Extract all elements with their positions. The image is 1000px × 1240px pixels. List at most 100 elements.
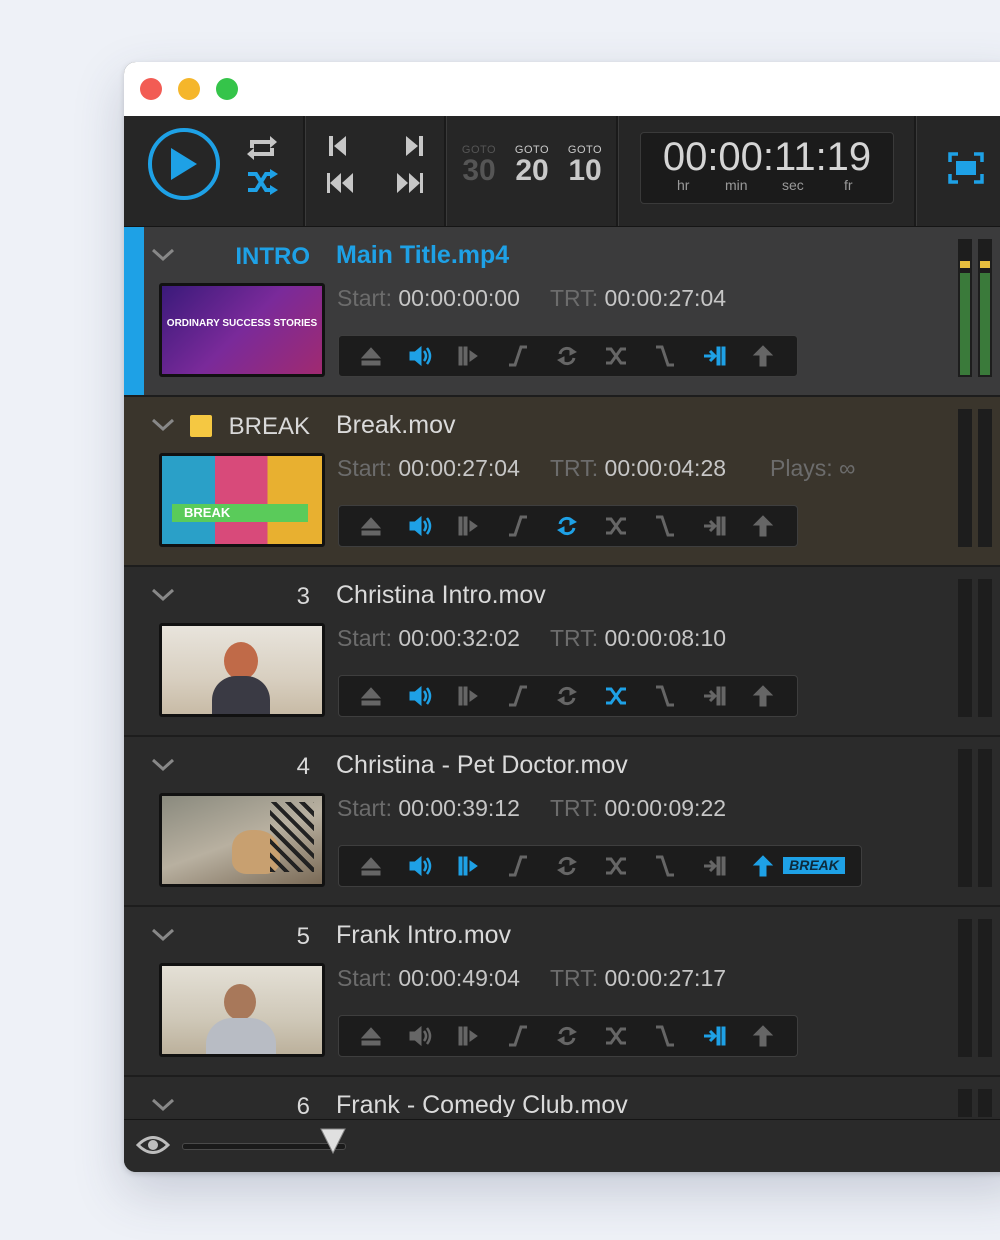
goto-10-button[interactable]: GOTO 10 bbox=[562, 144, 608, 186]
volume-icon[interactable] bbox=[408, 514, 432, 538]
loop-icon[interactable] bbox=[555, 1024, 579, 1048]
chevron-down-icon[interactable] bbox=[150, 587, 176, 603]
fade-out-icon[interactable] bbox=[653, 1024, 677, 1048]
trt-value: 00:00:08:10 bbox=[604, 625, 727, 651]
fade-out-icon[interactable] bbox=[653, 514, 677, 538]
play-next-icon[interactable] bbox=[457, 854, 481, 878]
loop-icon[interactable] bbox=[555, 344, 579, 368]
loop-icon[interactable] bbox=[555, 514, 579, 538]
goto-20-button[interactable]: GOTO 20 bbox=[509, 144, 555, 186]
eject-icon[interactable] bbox=[359, 344, 383, 368]
volume-icon[interactable] bbox=[408, 854, 432, 878]
clip-row[interactable]: BREAK Break.mov BREAK Start: 00:00:27:04… bbox=[124, 397, 1000, 567]
shuffle-icon[interactable] bbox=[604, 1024, 628, 1048]
thumbnail-title: ORDINARY SUCCESS STORIES bbox=[166, 318, 318, 329]
break-icon[interactable] bbox=[751, 514, 775, 538]
start-value: 00:00:27:04 bbox=[398, 455, 520, 481]
clip-filename: Christina Intro.mov bbox=[336, 581, 546, 609]
minimize-window-button[interactable] bbox=[178, 78, 200, 100]
rewind-icon[interactable] bbox=[326, 172, 354, 194]
fade-in-icon[interactable] bbox=[506, 514, 530, 538]
break-icon[interactable] bbox=[751, 1024, 775, 1048]
bottom-bar bbox=[124, 1119, 1000, 1172]
vu-meter-left bbox=[958, 239, 972, 377]
clip-filename: Frank Intro.mov bbox=[336, 921, 512, 949]
shuffle-icon[interactable] bbox=[604, 684, 628, 708]
next-stop-icon[interactable] bbox=[702, 854, 726, 878]
clip-row[interactable]: 4 Christina - Pet Doctor.mov Start: 00:0… bbox=[124, 737, 1000, 907]
fade-out-icon[interactable] bbox=[653, 854, 677, 878]
zoom-window-button[interactable] bbox=[216, 78, 238, 100]
start-label: Start: bbox=[337, 965, 392, 991]
trt-label: TRT: bbox=[550, 965, 599, 991]
chevron-down-icon[interactable] bbox=[150, 927, 176, 943]
next-stop-icon[interactable] bbox=[702, 344, 726, 368]
volume-icon[interactable] bbox=[408, 1024, 432, 1048]
play-next-icon[interactable] bbox=[457, 344, 481, 368]
break-icon[interactable] bbox=[751, 854, 775, 878]
next-stop-icon[interactable] bbox=[702, 684, 726, 708]
loop-icon[interactable] bbox=[555, 854, 579, 878]
clip-trt: TRT: 00:00:27:04 bbox=[550, 285, 726, 312]
thumbnail-title: BREAK bbox=[172, 504, 308, 522]
play-next-icon[interactable] bbox=[457, 514, 481, 538]
next-stop-icon[interactable] bbox=[702, 514, 726, 538]
close-window-button[interactable] bbox=[140, 78, 162, 100]
break-icon[interactable] bbox=[751, 344, 775, 368]
fade-in-icon[interactable] bbox=[506, 344, 530, 368]
fade-in-icon[interactable] bbox=[506, 854, 530, 878]
fade-out-icon[interactable] bbox=[653, 344, 677, 368]
clip-start: Start: 00:00:32:02 bbox=[337, 625, 520, 652]
plays-value: ∞ bbox=[839, 455, 856, 481]
next-icon[interactable] bbox=[404, 134, 424, 158]
fade-out-icon[interactable] bbox=[653, 684, 677, 708]
eject-icon[interactable] bbox=[359, 854, 383, 878]
play-button[interactable] bbox=[148, 128, 220, 200]
repeat-icon[interactable] bbox=[244, 130, 280, 160]
trt-value: 00:00:09:22 bbox=[604, 795, 727, 821]
eject-icon[interactable] bbox=[359, 1024, 383, 1048]
eject-icon[interactable] bbox=[359, 684, 383, 708]
shuffle-icon[interactable] bbox=[604, 854, 628, 878]
shuffle-icon[interactable] bbox=[246, 168, 280, 198]
chevron-down-icon[interactable] bbox=[150, 1097, 176, 1113]
loop-icon[interactable] bbox=[555, 684, 579, 708]
vu-meter-right bbox=[978, 919, 992, 1057]
clip-row[interactable]: 5 Frank Intro.mov Start: 00:00:49:04 TRT… bbox=[124, 907, 1000, 1077]
fade-in-icon[interactable] bbox=[506, 684, 530, 708]
chevron-down-icon[interactable] bbox=[150, 757, 176, 773]
chevron-down-icon[interactable] bbox=[150, 247, 176, 263]
prev-icon[interactable] bbox=[328, 134, 348, 158]
eye-icon[interactable] bbox=[136, 1134, 170, 1156]
shuffle-icon[interactable] bbox=[604, 344, 628, 368]
play-next-icon[interactable] bbox=[457, 684, 481, 708]
clip-number: BREAK bbox=[228, 413, 310, 440]
clip-trt: TRT: 00:00:04:28 bbox=[550, 455, 726, 482]
volume-icon[interactable] bbox=[408, 684, 432, 708]
play-next-icon[interactable] bbox=[457, 1024, 481, 1048]
trt-label: TRT: bbox=[550, 625, 599, 651]
chevron-down-icon[interactable] bbox=[150, 417, 176, 433]
volume-icon[interactable] bbox=[408, 344, 432, 368]
active-indicator bbox=[124, 227, 144, 395]
clip-trt: TRT: 00:00:09:22 bbox=[550, 795, 726, 822]
timecode-display: 00:00:11:19 hr min sec fr bbox=[640, 132, 894, 204]
clip-thumbnail: ORDINARY SUCCESS STORIES bbox=[159, 283, 325, 377]
shuffle-icon[interactable] bbox=[604, 514, 628, 538]
eject-icon[interactable] bbox=[359, 514, 383, 538]
clip-row[interactable]: 6 Frank - Comedy Club.mov bbox=[124, 1077, 1000, 1117]
playlist: INTRO Main Title.mp4 ORDINARY SUCCESS ST… bbox=[124, 227, 1000, 1117]
goto-30-button[interactable]: GOTO 30 bbox=[456, 144, 502, 186]
clip-row[interactable]: 3 Christina Intro.mov Start: 00:00:32:02… bbox=[124, 567, 1000, 737]
fast-forward-icon[interactable] bbox=[396, 172, 424, 194]
fullscreen-icon[interactable] bbox=[948, 152, 984, 184]
trt-value: 00:00:04:28 bbox=[604, 455, 727, 481]
clip-row[interactable]: INTRO Main Title.mp4 ORDINARY SUCCESS ST… bbox=[124, 227, 1000, 397]
fade-in-icon[interactable] bbox=[506, 1024, 530, 1048]
toolbar: GOTO 30 GOTO 20 GOTO 10 00:00:11:19 hr m… bbox=[124, 116, 1000, 227]
next-stop-icon[interactable] bbox=[702, 1024, 726, 1048]
start-value: 00:00:32:02 bbox=[398, 625, 520, 651]
slider-knob-icon[interactable] bbox=[320, 1128, 346, 1154]
break-icon[interactable] bbox=[751, 684, 775, 708]
color-swatch[interactable] bbox=[190, 415, 212, 437]
